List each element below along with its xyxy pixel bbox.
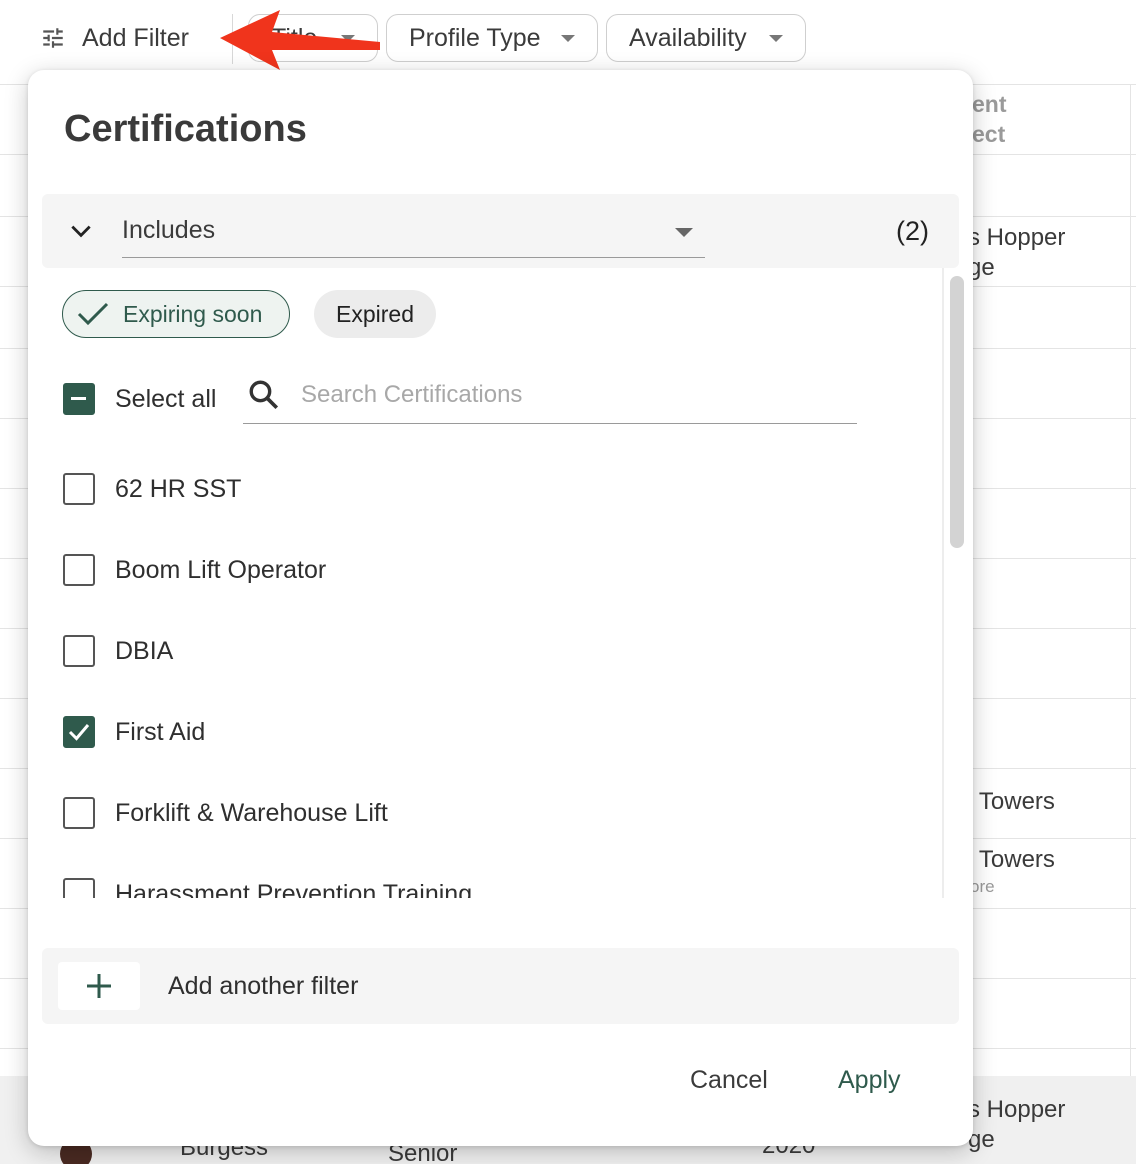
table-cell: s Hopper xyxy=(968,224,1066,251)
certification-item[interactable]: 62 HR SST xyxy=(63,472,241,506)
table-cell: / Towers xyxy=(966,846,1055,873)
certification-item[interactable]: DBIA xyxy=(63,634,173,668)
certification-item[interactable]: Boom Lift Operator xyxy=(63,553,326,587)
checkbox xyxy=(63,554,95,586)
certification-label: 62 HR SST xyxy=(115,474,242,503)
table-cell-sub: ore xyxy=(970,877,995,896)
certification-label: DBIA xyxy=(115,636,174,665)
search-icon xyxy=(249,380,279,410)
caret-down-icon xyxy=(769,34,783,42)
check-icon xyxy=(77,302,109,326)
add-another-filter-button[interactable]: Add another filter xyxy=(42,948,959,1024)
profile-type-filter-label: Profile Type xyxy=(409,23,541,52)
checkbox-checked xyxy=(63,716,95,748)
caret-down-icon xyxy=(561,34,575,42)
expired-label: Expired xyxy=(336,300,414,327)
select-all-checkbox-box xyxy=(63,383,95,415)
certification-item[interactable]: Forklift & Warehouse Lift xyxy=(63,796,388,830)
include-mode-value: Includes xyxy=(122,216,216,244)
column-divider xyxy=(1130,84,1131,1084)
certification-label: Harassment Prevention Training xyxy=(115,879,473,899)
table-cell: / Towers xyxy=(966,788,1055,815)
plus-icon xyxy=(87,974,111,998)
certification-label: Forklift & Warehouse Lift xyxy=(115,798,388,827)
availability-filter-chip[interactable]: Availability xyxy=(606,14,806,62)
table-header-cell: ent xyxy=(972,91,1007,117)
plus-icon-box xyxy=(58,962,140,1010)
filter-toolbar: Add Filter Title Profile Type Availabili… xyxy=(0,0,1136,76)
certification-label: First Aid xyxy=(115,717,206,746)
caret-down-icon xyxy=(675,228,693,237)
scrollbar-thumb[interactable] xyxy=(950,276,964,548)
include-mode-select[interactable]: Includes xyxy=(122,204,705,258)
filter-mode-row: Includes (2) xyxy=(42,194,959,268)
add-another-filter-label: Add another filter xyxy=(168,972,359,1000)
chevron-down-icon[interactable] xyxy=(68,218,94,244)
select-all-checkbox[interactable]: Select all xyxy=(63,382,216,416)
cancel-button[interactable]: Cancel xyxy=(690,1066,768,1095)
table-header-cell: ect xyxy=(972,121,1006,147)
table-cell: s Hopper xyxy=(968,1096,1066,1123)
profile-type-filter-chip[interactable]: Profile Type xyxy=(386,14,598,62)
availability-filter-label: Availability xyxy=(629,23,747,52)
add-filter-button[interactable]: Add Filter xyxy=(40,18,189,58)
expiring-soon-label: Expiring soon xyxy=(123,300,263,327)
check-icon xyxy=(68,724,90,741)
checkbox xyxy=(63,635,95,667)
select-all-label: Select all xyxy=(115,384,217,413)
certification-item[interactable]: Harassment Prevention Training xyxy=(63,877,472,898)
certification-search xyxy=(243,364,857,424)
dialog-title: Certifications xyxy=(64,108,307,150)
checkbox xyxy=(63,878,95,898)
indeterminate-icon xyxy=(71,397,86,400)
search-input[interactable] xyxy=(301,378,841,412)
checkbox xyxy=(63,797,95,829)
tune-icon xyxy=(43,28,63,48)
apply-button[interactable]: Apply xyxy=(838,1066,901,1095)
certification-item[interactable]: First Aid xyxy=(63,715,205,749)
add-filter-label: Add Filter xyxy=(82,23,189,52)
expiring-soon-chip[interactable]: Expiring soon xyxy=(62,290,290,338)
red-arrow-icon xyxy=(220,10,380,70)
certifications-list-scroll[interactable]: Expiring soon Expired Select all 62 HR S… xyxy=(28,268,973,898)
checkbox xyxy=(63,473,95,505)
selected-count: (2) xyxy=(896,216,929,246)
certification-label: Boom Lift Operator xyxy=(115,555,327,584)
expired-chip[interactable]: Expired xyxy=(314,290,436,338)
scrollbar-track xyxy=(942,268,944,898)
certifications-filter-dialog: Certifications Includes (2) Expiring soo… xyxy=(28,70,973,1146)
